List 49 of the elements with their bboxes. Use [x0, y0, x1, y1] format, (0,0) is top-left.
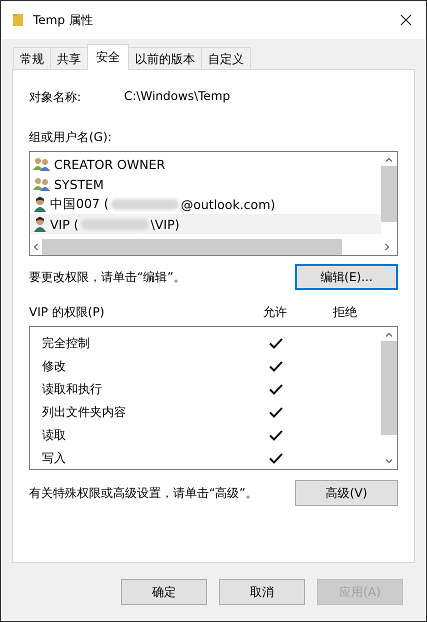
- permissions-label: VIP 的权限(P): [29, 304, 106, 321]
- user-name: \VIP): [150, 216, 180, 232]
- permission-row[interactable]: 列出文件夹内容: [30, 401, 381, 424]
- user-name: 中国007 (: [50, 196, 109, 212]
- permission-row[interactable]: 读取: [30, 424, 381, 447]
- user-list-item[interactable]: CREATOR OWNER: [30, 154, 381, 174]
- scroll-right-icon[interactable]: [385, 243, 390, 251]
- permission-name: 修改: [41, 358, 67, 375]
- tab[interactable]: 常规: [13, 47, 51, 69]
- dialog-button[interactable]: 取消: [219, 579, 305, 605]
- user-list-item[interactable]: SYSTEM: [30, 174, 381, 194]
- scroll-left-icon[interactable]: [33, 243, 38, 251]
- permission-row[interactable]: 修改: [30, 355, 381, 378]
- permission-name: 读取和执行: [41, 381, 103, 398]
- users-icon: [33, 157, 51, 171]
- user-icon: [33, 216, 47, 232]
- edit-button[interactable]: 编辑(E)...: [295, 264, 398, 290]
- allow-header: 允许: [262, 304, 288, 321]
- folder-icon: [13, 13, 23, 27]
- scroll-down-icon[interactable]: [385, 459, 393, 464]
- user-name: SYSTEM: [54, 176, 104, 192]
- permission-name: 完全控制: [41, 335, 91, 352]
- permission-name: 写入: [41, 450, 67, 467]
- deny-header: 拒绝: [332, 304, 358, 321]
- edit-hint: 要更改权限，请单击“编辑”。: [29, 268, 186, 286]
- user-name: @outlook.com): [180, 196, 276, 212]
- advanced-button[interactable]: 高级(V): [295, 480, 398, 506]
- scroll-up-icon[interactable]: [385, 157, 393, 162]
- users-label: 组或用户名(G):: [29, 129, 113, 146]
- dialog-button[interactable]: 确定: [121, 579, 207, 605]
- user-list-item[interactable]: VIP ( \VIP): [30, 214, 381, 234]
- scroll-up-icon[interactable]: [385, 332, 393, 337]
- permission-row[interactable]: 完全控制: [30, 332, 381, 355]
- tab[interactable]: 安全: [87, 44, 129, 70]
- user-list-item[interactable]: 中国007 ( @outlook.com): [30, 194, 381, 214]
- object-name-value: C:\Windows\Temp: [124, 89, 230, 105]
- object-name-label: 对象名称:: [29, 89, 82, 106]
- permission-name: 列出文件夹内容: [41, 404, 127, 421]
- window-title: Temp 属性: [33, 12, 94, 28]
- permission-row[interactable]: 读取和执行: [30, 378, 381, 401]
- permission-row[interactable]: 写入: [30, 447, 381, 470]
- users-icon: [33, 177, 51, 191]
- tab[interactable]: 自定义: [201, 47, 251, 69]
- permission-name: 读取: [41, 427, 67, 444]
- user-name: CREATOR OWNER: [54, 156, 166, 172]
- user-icon: [33, 196, 47, 212]
- close-icon[interactable]: [400, 14, 412, 26]
- advanced-hint: 有关特殊权限或高级设置，请单击“高级”。: [29, 484, 258, 502]
- user-name: VIP (: [50, 216, 79, 232]
